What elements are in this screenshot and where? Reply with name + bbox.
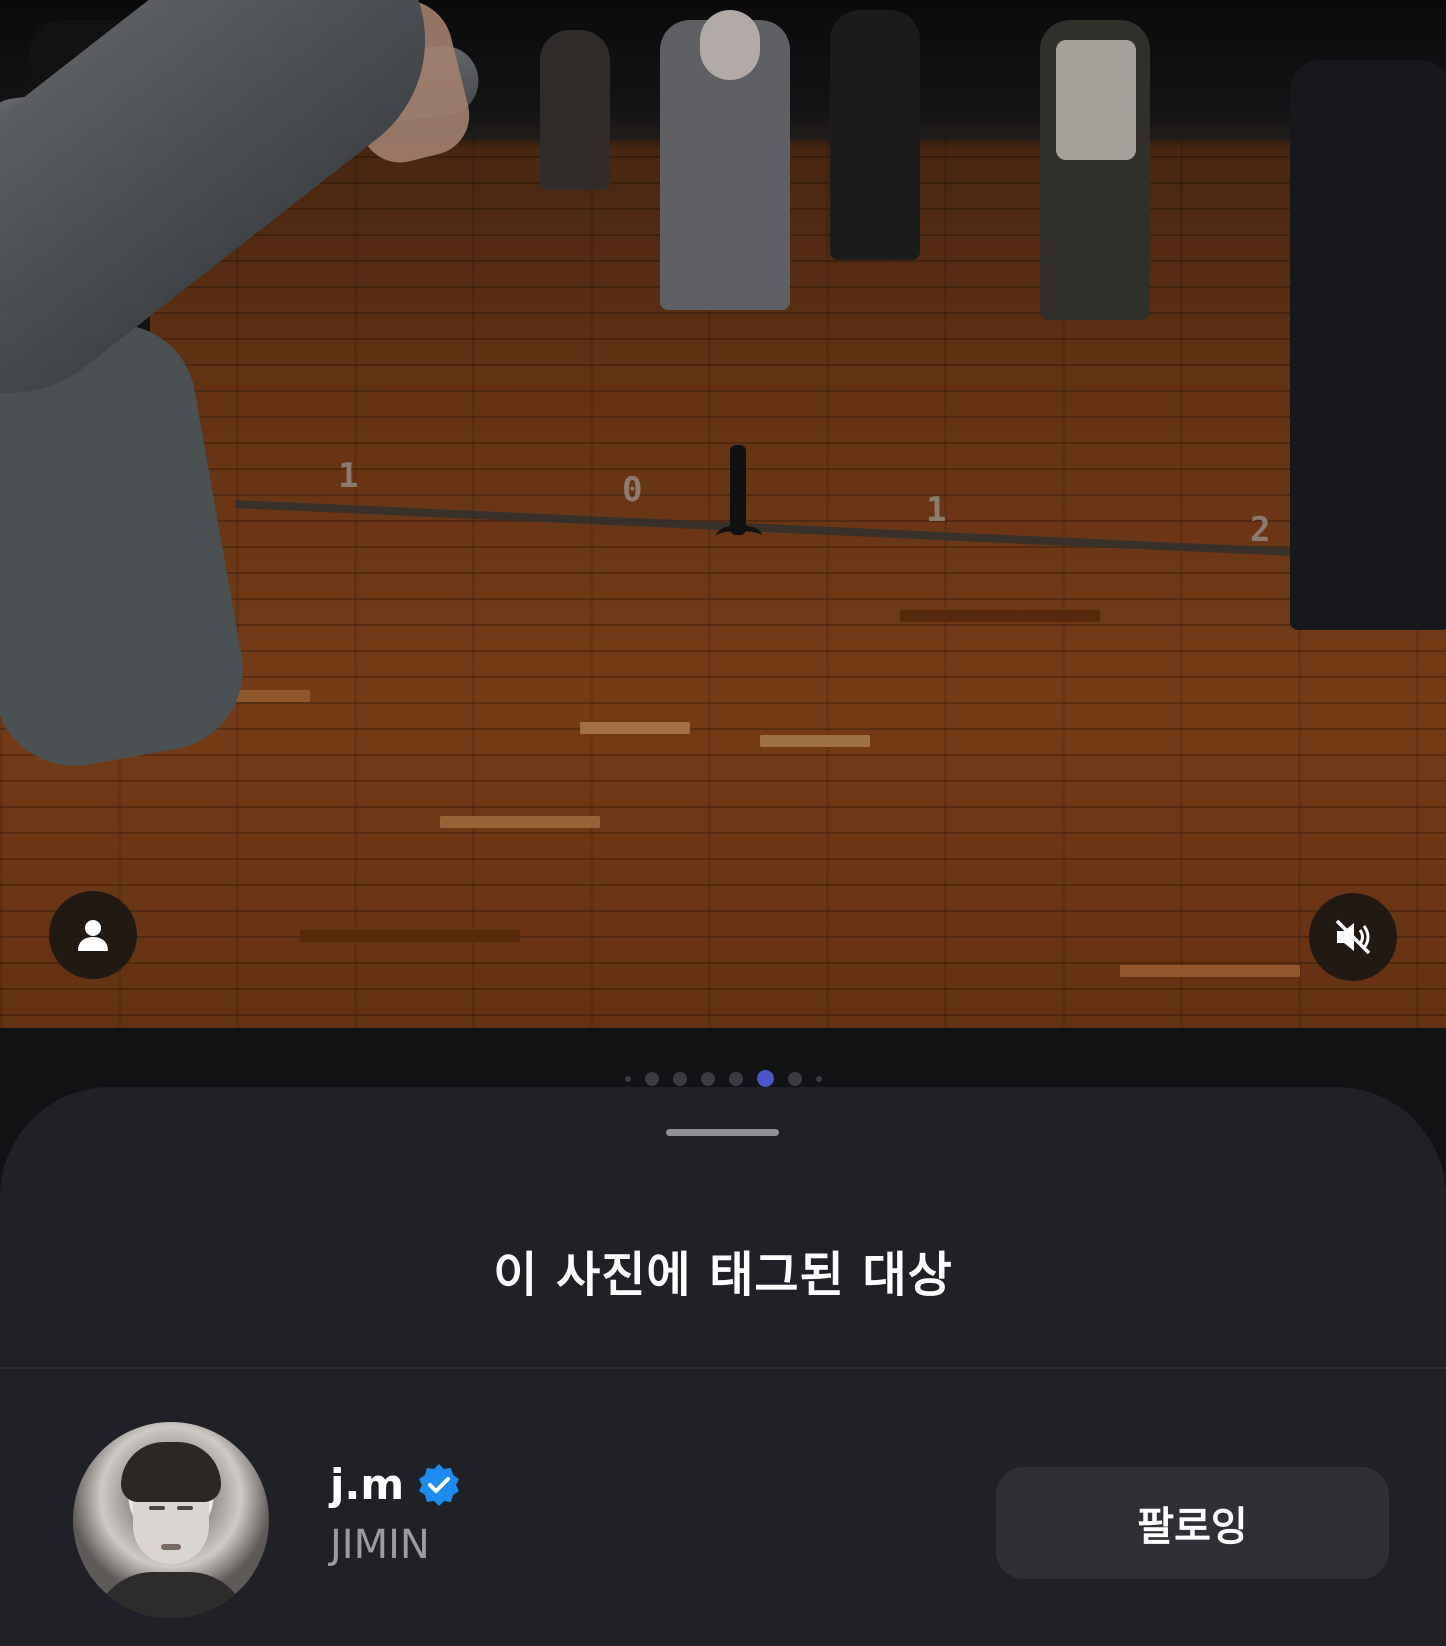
page-dot [700, 1071, 715, 1086]
divider [0, 1367, 1446, 1369]
mute-toggle-button[interactable] [1309, 893, 1397, 981]
tagged-users-sheet: 이 사진에 태그된 대상 j.m JIMIN 팔로잉 [0, 1087, 1446, 1646]
sheet-drag-handle[interactable] [666, 1129, 779, 1136]
page-dot [644, 1071, 659, 1086]
speaker-muted-icon [1335, 919, 1371, 955]
full-name: JIMIN [330, 1522, 430, 1568]
page-dot [815, 1075, 822, 1082]
following-button[interactable]: 팔로잉 [996, 1467, 1389, 1579]
sheet-title: 이 사진에 태그된 대상 [493, 1247, 953, 1303]
page-dot [787, 1071, 802, 1086]
username[interactable]: j.m [330, 1460, 404, 1509]
username-line: j.m [330, 1460, 462, 1509]
avatar[interactable] [73, 1422, 269, 1618]
page-dot [728, 1071, 743, 1086]
person-icon [78, 920, 108, 951]
tagged-people-button[interactable] [49, 891, 137, 979]
photo[interactable]: 1 0 1 2 [0, 0, 1446, 1028]
page-dot [624, 1075, 631, 1082]
carousel-page-indicator [0, 1070, 1446, 1087]
page-dot [672, 1071, 687, 1086]
tagged-photo-screen: 1 0 1 2 이 사진에 태그된 대상 j.m JIMIN 팔로잉 [0, 0, 1446, 1646]
photo-dim-overlay [0, 0, 1446, 1028]
page-dot-active [756, 1070, 774, 1087]
verified-badge-icon [419, 1463, 460, 1506]
